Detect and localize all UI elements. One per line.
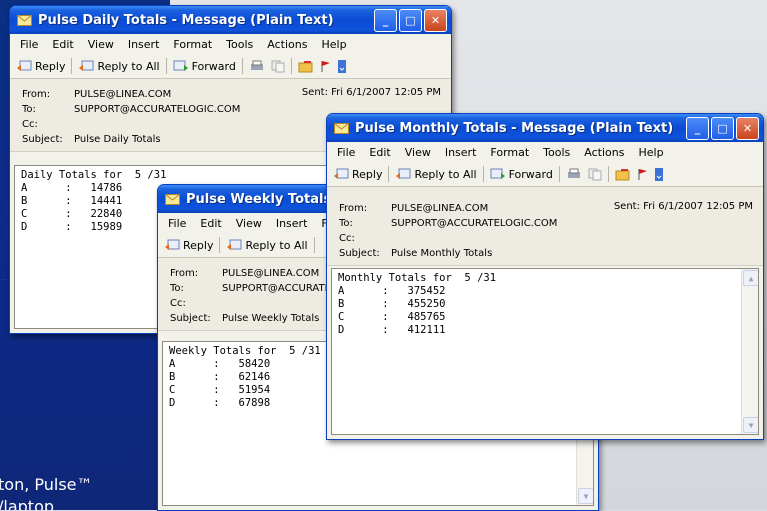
- reply-button[interactable]: Reply: [16, 60, 65, 73]
- daily-from: PULSE@LINEA.COM: [74, 89, 172, 100]
- weekly-from: PULSE@LINEA.COM: [222, 268, 320, 279]
- flag-icon[interactable]: [637, 168, 649, 181]
- reply-all-button[interactable]: Reply to All: [226, 239, 308, 252]
- weekly-subject: Pulse Weekly Totals: [222, 313, 320, 324]
- forward-button[interactable]: Forward: [173, 60, 236, 73]
- monthly-menubar: File Edit View Insert Format Tools Actio…: [327, 142, 763, 162]
- reply-all-icon: [79, 60, 94, 71]
- flag-icon[interactable]: [320, 60, 332, 73]
- menu-edit[interactable]: Edit: [369, 146, 390, 159]
- reply-icon: [334, 168, 349, 179]
- menu-actions[interactable]: Actions: [267, 38, 307, 51]
- close-button[interactable]: ✕: [736, 116, 759, 140]
- envelope-icon: [164, 193, 180, 205]
- maximize-button[interactable]: □: [399, 8, 422, 32]
- menu-edit[interactable]: Edit: [200, 217, 221, 230]
- copy-icon[interactable]: [271, 60, 285, 73]
- reply-icon: [165, 239, 180, 250]
- daily-subject: Pulse Daily Totals: [74, 134, 161, 145]
- toolbar-separator: [607, 166, 609, 182]
- menu-file[interactable]: File: [20, 38, 38, 51]
- daily-titlebar[interactable]: Pulse Daily Totals - Message (Plain Text…: [10, 6, 451, 34]
- monthly-titlebar[interactable]: Pulse Monthly Totals - Message (Plain Te…: [327, 114, 763, 142]
- toolbar-separator: [165, 58, 167, 74]
- toolbar-overflow-icon[interactable]: [654, 167, 663, 181]
- monthly-sent: Sent: Fri 6/1/2007 12:05 PM: [613, 201, 753, 212]
- toolbar-separator: [482, 166, 484, 182]
- forward-button[interactable]: Forward: [490, 168, 553, 181]
- envelope-icon: [16, 14, 32, 26]
- menu-insert[interactable]: Insert: [445, 146, 477, 159]
- reply-all-icon: [396, 168, 411, 179]
- print-icon[interactable]: [249, 60, 265, 73]
- menu-format[interactable]: Format: [173, 38, 212, 51]
- monthly-to: SUPPORT@ACCURATELOGIC.COM: [391, 218, 558, 229]
- copy-icon[interactable]: [588, 168, 602, 181]
- daily-menubar: File Edit View Insert Format Tools Actio…: [10, 34, 451, 54]
- daily-window-title: Pulse Daily Totals - Message (Plain Text…: [38, 12, 334, 28]
- menu-edit[interactable]: Edit: [52, 38, 73, 51]
- reply-icon: [17, 60, 32, 71]
- menu-tools[interactable]: Tools: [226, 38, 253, 51]
- banner-text: ton, Pulse™ /laptop: [0, 474, 93, 510]
- minimize-button[interactable]: _: [374, 8, 397, 32]
- menu-view[interactable]: View: [88, 38, 114, 51]
- menu-actions[interactable]: Actions: [584, 146, 624, 159]
- daily-sent: Sent: Fri 6/1/2007 12:05 PM: [301, 87, 441, 98]
- monthly-message-body[interactable]: Monthly Totals for 5 /31 A : 375452 B : …: [331, 268, 759, 435]
- monthly-subject: Pulse Monthly Totals: [391, 248, 493, 259]
- scroll-down-arrow-icon[interactable]: ▼: [578, 488, 593, 504]
- reply-all-icon: [227, 239, 242, 250]
- monthly-from: PULSE@LINEA.COM: [391, 203, 489, 214]
- print-icon[interactable]: [566, 168, 582, 181]
- forward-icon: [490, 168, 505, 179]
- daily-to: SUPPORT@ACCURATELOGIC.COM: [74, 104, 241, 115]
- menu-view[interactable]: View: [405, 146, 431, 159]
- reply-button[interactable]: Reply: [164, 239, 213, 252]
- banner-line-2: /laptop: [0, 497, 55, 510]
- menu-help[interactable]: Help: [638, 146, 663, 159]
- reply-all-button[interactable]: Reply to All: [395, 168, 477, 181]
- monthly-message-header: From: PULSE@LINEA.COM To: SUPPORT@ACCURATE…: [327, 187, 763, 266]
- toolbar-separator: [388, 166, 390, 182]
- monthly-window-title: Pulse Monthly Totals - Message (Plain Te…: [355, 120, 674, 136]
- toolbar-overflow-icon[interactable]: [337, 59, 346, 73]
- reply-all-button[interactable]: Reply to All: [78, 60, 160, 73]
- menu-format[interactable]: Format: [490, 146, 529, 159]
- toolbar-separator: [219, 237, 221, 253]
- toolbar-separator: [290, 58, 292, 74]
- menu-file[interactable]: File: [168, 217, 186, 230]
- envelope-icon: [333, 122, 349, 134]
- menu-insert[interactable]: Insert: [276, 217, 308, 230]
- reply-button[interactable]: Reply: [333, 168, 382, 181]
- menu-insert[interactable]: Insert: [128, 38, 160, 51]
- move-to-folder-icon[interactable]: [298, 60, 314, 73]
- move-to-folder-icon[interactable]: [615, 168, 631, 181]
- scroll-up-arrow-icon[interactable]: ▲: [743, 270, 758, 286]
- menu-file[interactable]: File: [337, 146, 355, 159]
- toolbar-separator: [71, 58, 73, 74]
- daily-toolbar: Reply Reply to All Forward: [10, 54, 451, 79]
- maximize-button[interactable]: □: [711, 116, 734, 140]
- monthly-toolbar: Reply Reply to All Forward: [327, 162, 763, 187]
- toolbar-separator: [313, 237, 315, 253]
- toolbar-separator: [241, 58, 243, 74]
- monthly-body-text: Monthly Totals for 5 /31 A : 375452 B : …: [338, 272, 497, 336]
- monthly-scrollbar[interactable]: ▲ ▼: [741, 269, 758, 434]
- toolbar-separator: [558, 166, 560, 182]
- monthly-message-window[interactable]: Pulse Monthly Totals - Message (Plain Te…: [326, 113, 764, 440]
- forward-icon: [173, 60, 188, 71]
- banner-line-1: ton, Pulse™: [0, 475, 93, 494]
- menu-help[interactable]: Help: [321, 38, 346, 51]
- close-button[interactable]: ✕: [424, 8, 447, 32]
- scroll-down-arrow-icon[interactable]: ▼: [743, 417, 758, 433]
- menu-tools[interactable]: Tools: [543, 146, 570, 159]
- menu-view[interactable]: View: [236, 217, 262, 230]
- minimize-button[interactable]: _: [686, 116, 709, 140]
